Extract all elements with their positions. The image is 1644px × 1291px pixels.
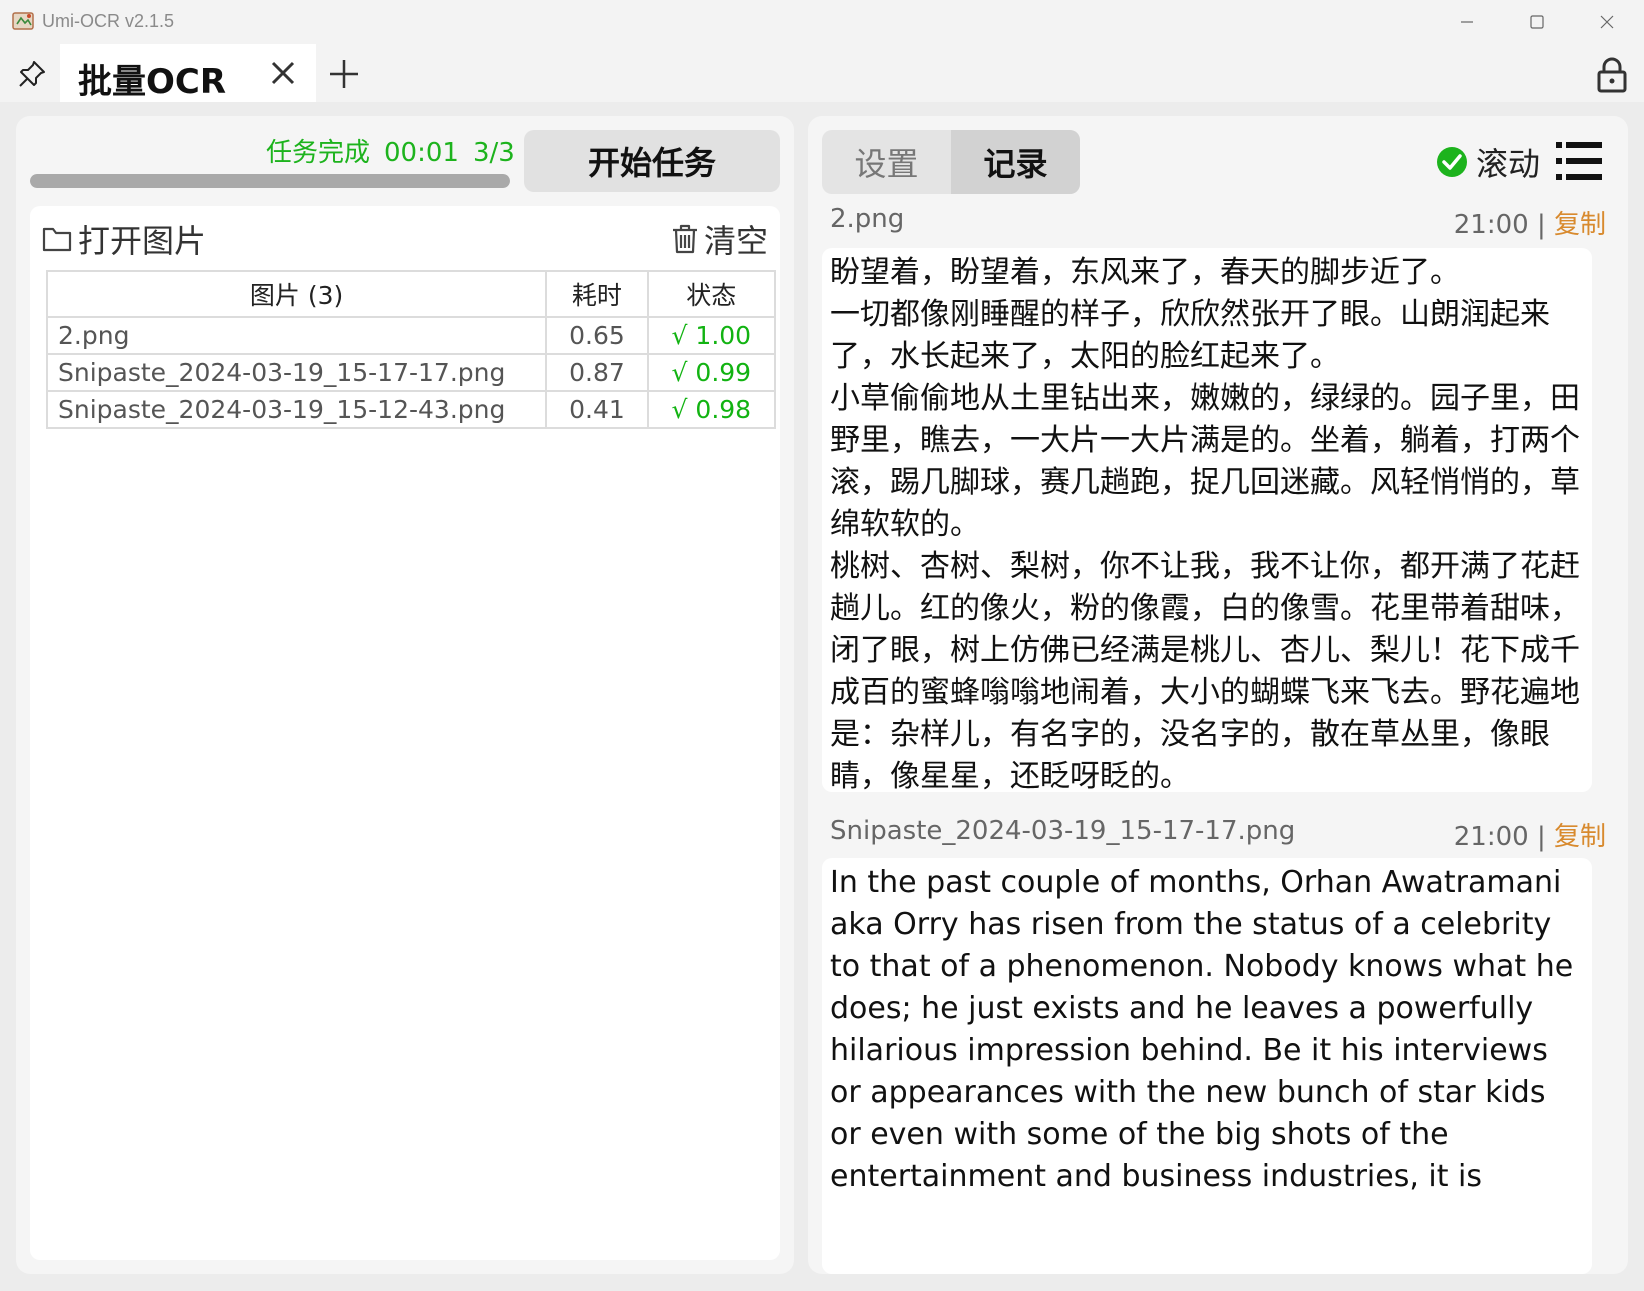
file-name: 2.png: [45, 316, 548, 355]
auto-scroll-toggle[interactable]: 滚动: [1436, 138, 1540, 186]
record-header: Snipaste_2024-03-19_15-17-17.png 21:00 |…: [830, 816, 1606, 856]
record-filename: Snipaste_2024-03-19_15-17-17.png: [830, 816, 1296, 846]
lock-button[interactable]: [1592, 54, 1632, 96]
task-progress-fill: [30, 174, 510, 188]
app-icon: [12, 10, 36, 32]
clear-label: 清空: [703, 222, 768, 260]
folder-icon: [42, 227, 72, 252]
lock-icon: [1597, 57, 1627, 93]
menu-button[interactable]: [1554, 138, 1604, 184]
record-header: 2.png 21:00 | 复制: [830, 204, 1606, 244]
check-circle-icon: [1437, 147, 1467, 177]
copy-button[interactable]: 复制: [1554, 210, 1606, 240]
auto-scroll-label: 滚动: [1476, 145, 1541, 183]
start-task-button[interactable]: 开始任务: [524, 130, 780, 192]
tab-records[interactable]: 记录: [951, 130, 1080, 194]
title-bar: Umi-OCR v2.1.5: [0, 0, 1644, 44]
task-elapsed: 00:01: [384, 138, 459, 168]
task-progress-bar: [30, 174, 510, 188]
copy-button[interactable]: 复制: [1554, 822, 1606, 852]
record-filename: 2.png: [830, 204, 905, 234]
table-row[interactable]: Snipaste_2024-03-19_15-12-43.png 0.41 √ …: [45, 390, 777, 429]
menu-icon: [1556, 142, 1602, 180]
result-panel: 设置 记录 滚动 2.png 21:00 | 复制 盼望着，盼望着，东风来了，春…: [808, 116, 1628, 1274]
tab-batch-ocr[interactable]: 批量OCR: [60, 44, 316, 102]
pin-icon: [19, 61, 45, 87]
trash-icon: [672, 224, 697, 254]
column-time[interactable]: 耗时: [545, 270, 649, 318]
file-table-header: 图片 (3) 耗时 状态: [45, 270, 777, 318]
file-time: 0.87: [545, 353, 649, 392]
file-table: 图片 (3) 耗时 状态 2.png 0.65 √ 1.00 Snipaste_…: [45, 270, 777, 429]
minimize-button[interactable]: [1432, 0, 1502, 44]
file-state: √ 1.00: [646, 316, 777, 355]
close-icon: [271, 61, 295, 85]
clear-button[interactable]: 清空: [670, 218, 768, 260]
open-images-label: 打开图片: [78, 222, 207, 260]
table-row[interactable]: 2.png 0.65 √ 1.00: [45, 316, 777, 355]
pin-button[interactable]: [12, 54, 52, 94]
file-state: √ 0.99: [646, 353, 777, 392]
record-time: 21:00: [1453, 210, 1529, 240]
tab-label: 批量OCR: [78, 62, 227, 102]
file-time: 0.41: [545, 390, 649, 429]
file-name: Snipaste_2024-03-19_15-12-43.png: [45, 390, 548, 429]
add-tab-button[interactable]: [324, 54, 364, 94]
record-meta: 21:00 | 复制: [1454, 204, 1606, 241]
task-status: 任务完成 00:01 3/3: [266, 132, 529, 169]
tab-settings[interactable]: 设置: [822, 130, 951, 194]
task-status-text: 任务完成: [266, 138, 371, 168]
panel-tab-switcher: 设置 记录: [822, 130, 1080, 194]
tab-bar: 批量OCR: [0, 44, 1644, 102]
maximize-icon: [1530, 15, 1544, 29]
column-image[interactable]: 图片 (3): [45, 270, 548, 318]
record-meta: 21:00 | 复制: [1454, 816, 1606, 853]
record-text-box[interactable]: 盼望着，盼望着，东风来了，春天的脚步近了。 一切都像刚睡醒的样子，欣欣然张开了眼…: [822, 248, 1592, 792]
maximize-button[interactable]: [1502, 0, 1572, 44]
record-separator: |: [1536, 822, 1546, 852]
tab-close-button[interactable]: [266, 56, 300, 90]
record-text-box[interactable]: In the past couple of months, Orhan Awat…: [822, 858, 1592, 1274]
window-title: Umi-OCR v2.1.5: [42, 11, 175, 31]
table-row[interactable]: Snipaste_2024-03-19_15-17-17.png 0.87 √ …: [45, 353, 777, 392]
task-count: 3/3: [472, 138, 515, 168]
window-close-icon: [1600, 15, 1614, 29]
file-list-box: 打开图片 清空 图片 (3) 耗时 状态 2.png 0.65 √ 1.00 S…: [30, 206, 780, 1260]
record-separator: |: [1536, 210, 1546, 240]
minimize-icon: [1461, 21, 1473, 23]
column-state[interactable]: 状态: [646, 270, 777, 318]
record-time: 21:00: [1453, 822, 1529, 852]
file-time: 0.65: [545, 316, 649, 355]
open-images-button[interactable]: 打开图片: [42, 218, 206, 260]
plus-icon: [330, 60, 358, 88]
record-text: 盼望着，盼望着，东风来了，春天的脚步近了。 一切都像刚睡醒的样子，欣欣然张开了眼…: [830, 255, 1580, 792]
file-name: Snipaste_2024-03-19_15-17-17.png: [45, 353, 548, 392]
window-close-button[interactable]: [1572, 0, 1642, 44]
record-text: In the past couple of months, Orhan Awat…: [830, 865, 1583, 1194]
batch-task-panel: 任务完成 00:01 3/3 开始任务 打开图片 清空 图片 (3) 耗时 状态: [16, 116, 794, 1274]
file-state: √ 0.98: [646, 390, 777, 429]
